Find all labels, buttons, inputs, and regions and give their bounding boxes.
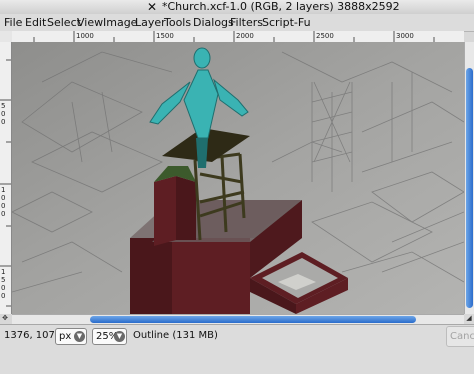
hruler-label: 1000 [76,32,94,40]
zoom-selector[interactable]: 25% ▼ [92,328,127,345]
title-bar: ✕ *Church.xcf-1.0 (RGB, 2 layers) 3888x2… [0,0,474,15]
status-message: Outline (131 MB) [133,330,218,341]
vertical-scrollbar[interactable] [464,42,474,314]
menu-file[interactable]: File [4,14,22,31]
hruler-label: 1500 [156,32,174,40]
chevron-down-icon: ▼ [114,331,125,342]
menu-script-fu[interactable]: Script-Fu [262,14,311,31]
menu-layer[interactable]: Layer [135,14,166,31]
menu-filters[interactable]: Filters [230,14,263,31]
vertical-scroll-thumb[interactable] [466,68,473,308]
unit-selector[interactable]: px ▼ [55,328,87,345]
vruler-label: 1500 [1,268,6,300]
vruler-label: 1000 [1,186,6,218]
menu-edit[interactable]: Edit [25,14,46,31]
church-drawing [12,42,464,314]
window-title: *Church.xcf-1.0 (RGB, 2 layers) 3888x259… [162,0,400,13]
zoom-corner-icon[interactable]: ◢ [464,314,474,323]
navigate-icon[interactable]: ✥ [0,314,10,323]
vertical-ruler[interactable]: 500 1000 1500 [0,42,12,314]
x11-icon: ✕ [146,0,158,14]
hruler-label: 2000 [236,32,254,40]
hruler-label: 3000 [396,32,414,40]
pointer-coords: 1376, 1076 [4,330,62,341]
menu-select[interactable]: Select [47,14,81,31]
menu-view[interactable]: View [77,14,103,31]
menu-tools[interactable]: Tools [164,14,191,31]
unit-value: px [59,331,72,342]
horizontal-scroll-thumb[interactable] [90,316,416,323]
hruler-label: 2500 [316,32,334,40]
vruler-label: 500 [1,102,6,126]
menu-bar: File Edit Select View Image Layer Tools … [0,14,474,32]
status-bar: 1376, 1076 px ▼ 25% ▼ Outline (131 MB) C… [0,324,474,374]
chevron-down-icon: ▼ [74,331,85,342]
cancel-button[interactable]: Cancel [446,326,474,347]
menu-dialogs[interactable]: Dialogs [193,14,234,31]
menu-image[interactable]: Image [103,14,137,31]
image-canvas[interactable] [12,42,464,314]
